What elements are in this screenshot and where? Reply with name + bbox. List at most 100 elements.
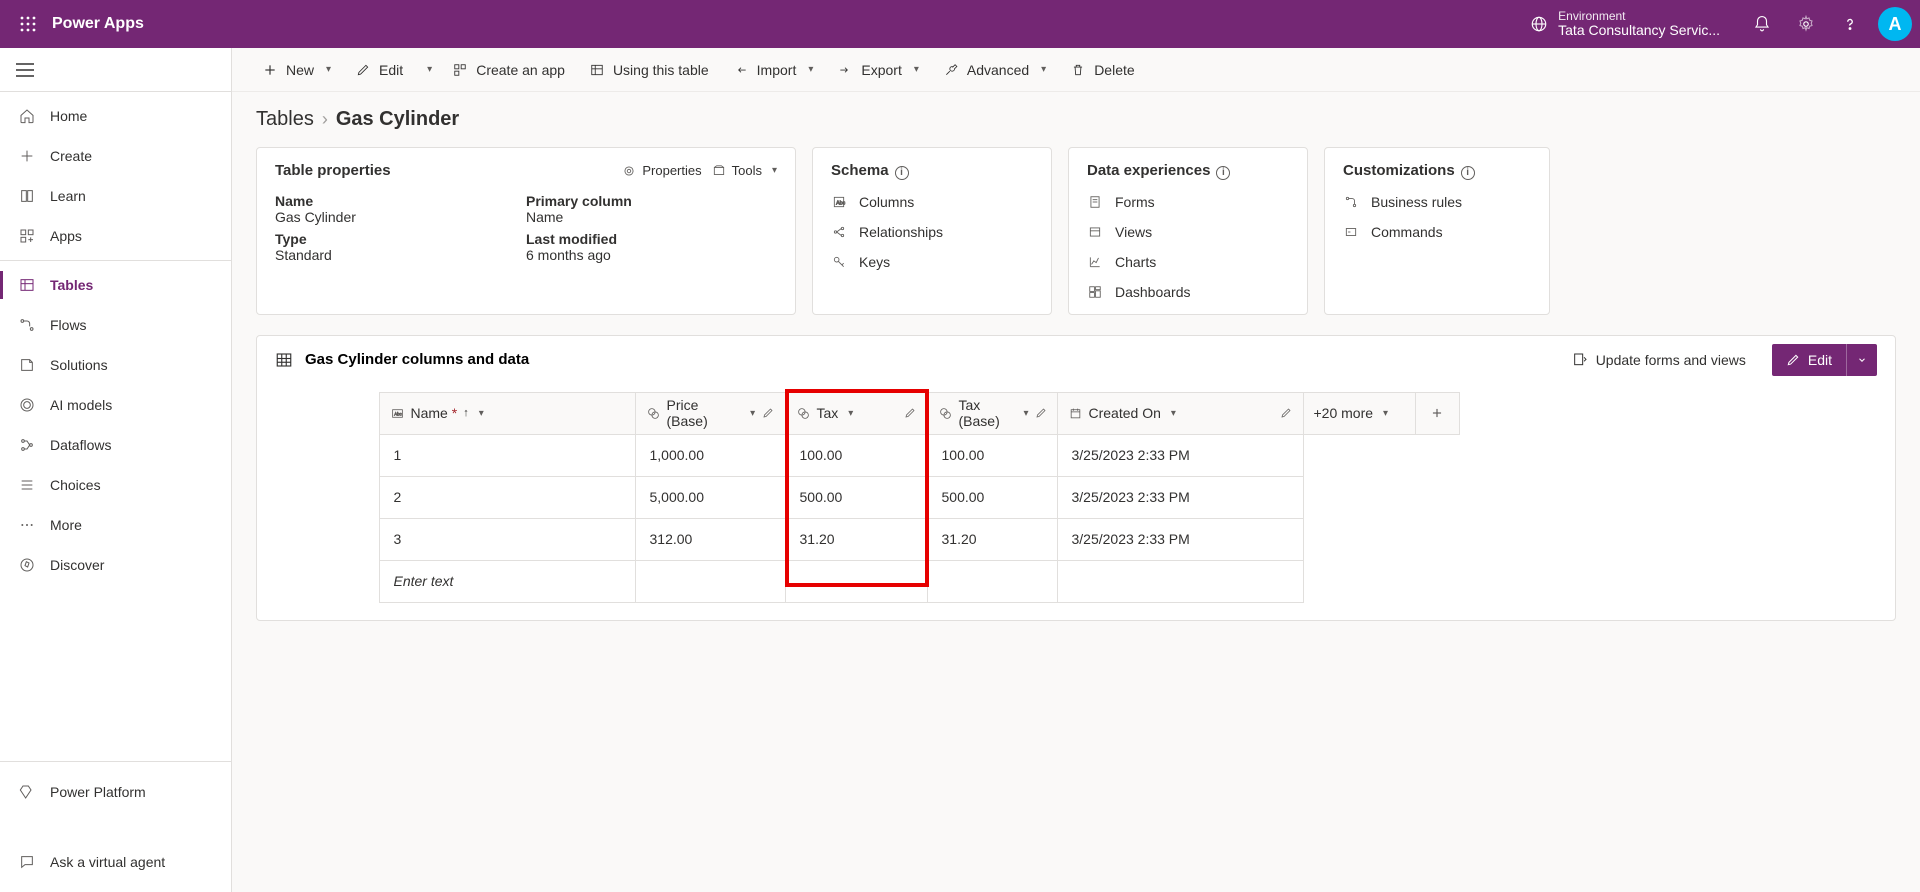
more-icon — [18, 516, 36, 534]
cell-name[interactable]: 1 — [379, 434, 635, 476]
prop-primary-value: Name — [526, 209, 777, 225]
chevron-down-icon[interactable] — [1847, 344, 1877, 376]
cell-taxbase[interactable]: 100.00 — [927, 434, 1057, 476]
cust-commands[interactable]: Commands — [1343, 224, 1531, 240]
col-header-name[interactable]: AbcName *↑▾ — [379, 392, 635, 434]
form-icon — [1572, 352, 1588, 368]
sidebar-item-ai-models[interactable]: AI models — [0, 385, 231, 425]
user-avatar[interactable]: A — [1878, 7, 1912, 41]
data-charts[interactable]: Charts — [1087, 254, 1289, 270]
data-views[interactable]: Views — [1087, 224, 1289, 240]
add-column-button[interactable] — [1415, 392, 1459, 434]
chevron-down-icon: ▾ — [479, 408, 484, 419]
cmd-create-app[interactable]: Create an app — [442, 54, 575, 86]
cmd-import[interactable]: Import▾ — [723, 54, 824, 86]
breadcrumb-parent[interactable]: Tables — [256, 108, 314, 131]
cmd-advanced[interactable]: Advanced▾ — [933, 54, 1056, 86]
sidebar-item-more[interactable]: More — [0, 505, 231, 545]
notifications-icon[interactable] — [1740, 2, 1784, 46]
tables-icon — [18, 276, 36, 294]
chevron-down-icon: ▾ — [1023, 408, 1028, 419]
prop-modified-label: Last modified — [526, 231, 777, 247]
pencil-icon — [1786, 353, 1800, 367]
sidebar-label: Discover — [50, 557, 104, 573]
schema-relationships[interactable]: Relationships — [831, 224, 1033, 240]
cell-tax[interactable]: 31.20 — [785, 518, 927, 560]
sidebar-label: Dataflows — [50, 437, 111, 453]
sidebar-item-flows[interactable]: Flows — [0, 305, 231, 345]
cell-taxbase[interactable]: 500.00 — [927, 476, 1057, 518]
sidebar-item-home[interactable]: Home — [0, 96, 231, 136]
sidebar-label: AI models — [50, 397, 112, 413]
pencil-icon — [903, 406, 917, 420]
data-dashboards[interactable]: Dashboards — [1087, 284, 1289, 300]
sidebar-item-tables[interactable]: Tables — [0, 265, 231, 305]
col-header-created[interactable]: Created On▾ — [1057, 392, 1303, 434]
sidebar-label: Tables — [50, 277, 93, 293]
help-icon[interactable] — [1828, 2, 1872, 46]
info-icon[interactable]: i — [895, 166, 909, 180]
sidebar-item-power-platform[interactable]: Power Platform — [0, 772, 231, 812]
cell-created[interactable]: 3/25/2023 2:33 PM — [1057, 476, 1303, 518]
schema-columns[interactable]: AbcColumns — [831, 194, 1033, 210]
col-header-tax[interactable]: Tax▾ — [785, 392, 927, 434]
new-row-placeholder[interactable]: Enter text — [379, 560, 635, 602]
info-icon[interactable]: i — [1216, 166, 1230, 180]
cust-business-rules[interactable]: Business rules — [1343, 194, 1531, 210]
cmd-edit[interactable]: Edit — [345, 54, 413, 86]
new-row[interactable]: Enter text — [269, 560, 1459, 602]
cell-tax[interactable]: 100.00 — [785, 434, 927, 476]
cell-taxbase[interactable]: 31.20 — [927, 518, 1057, 560]
sidebar-item-learn[interactable]: Learn — [0, 176, 231, 216]
data-forms[interactable]: Forms — [1087, 194, 1289, 210]
sidebar-item-choices[interactable]: Choices — [0, 465, 231, 505]
cell-price[interactable]: 312.00 — [635, 518, 785, 560]
info-icon[interactable]: i — [1461, 166, 1475, 180]
sidebar-label: Power Platform — [50, 784, 146, 800]
cmd-edit-dropdown[interactable]: ▾ — [417, 54, 438, 86]
cell-name[interactable]: 2 — [379, 476, 635, 518]
card-customizations: Customizationsi Business rules Commands — [1324, 147, 1550, 315]
tools-link[interactable]: Tools▾ — [712, 163, 777, 178]
table-row[interactable]: 1 1,000.00 100.00 100.00 3/25/2023 2:33 … — [269, 434, 1459, 476]
sidebar-item-solutions[interactable]: Solutions — [0, 345, 231, 385]
col-header-price[interactable]: Price (Base)▾ — [635, 392, 785, 434]
col-header-taxbase[interactable]: Tax (Base)▾ — [927, 392, 1057, 434]
cell-price[interactable]: 1,000.00 — [635, 434, 785, 476]
update-forms-views-link[interactable]: Update forms and views — [1572, 352, 1746, 368]
cmd-export[interactable]: Export▾ — [827, 54, 929, 86]
cmd-new[interactable]: New▾ — [252, 54, 341, 86]
sidebar-item-apps[interactable]: Apps — [0, 216, 231, 256]
properties-link[interactable]: Properties — [622, 163, 701, 178]
sidebar-label: Create — [50, 148, 92, 164]
edit-split-button[interactable]: Edit — [1772, 344, 1877, 376]
card-data-experiences: Data experiencesi Forms Views Charts Das… — [1068, 147, 1308, 315]
cell-created[interactable]: 3/25/2023 2:33 PM — [1057, 518, 1303, 560]
flows-icon — [18, 316, 36, 334]
sidebar-label: Solutions — [50, 357, 108, 373]
schema-keys[interactable]: Keys — [831, 254, 1033, 270]
sidebar-item-create[interactable]: Create — [0, 136, 231, 176]
sidebar-item-discover[interactable]: Discover — [0, 545, 231, 585]
plus-icon — [18, 147, 36, 165]
table-row[interactable]: 2 5,000.00 500.00 500.00 3/25/2023 2:33 … — [269, 476, 1459, 518]
cell-price[interactable]: 5,000.00 — [635, 476, 785, 518]
environment-label: Environment — [1558, 10, 1720, 23]
nav-toggle[interactable] — [0, 48, 231, 92]
table-row[interactable]: 3 312.00 31.20 31.20 3/25/2023 2:33 PM — [269, 518, 1459, 560]
environment-picker[interactable]: Environment Tata Consultancy Servic... — [1530, 10, 1720, 39]
cell-created[interactable]: 3/25/2023 2:33 PM — [1057, 434, 1303, 476]
settings-icon[interactable] — [1784, 2, 1828, 46]
cell-name[interactable]: 3 — [379, 518, 635, 560]
card-title: Table properties — [275, 162, 391, 179]
col-header-more[interactable]: +20 more▾ — [1303, 392, 1415, 434]
sidebar-label: Home — [50, 108, 87, 124]
sidebar-item-dataflows[interactable]: Dataflows — [0, 425, 231, 465]
breadcrumb: Tables › Gas Cylinder — [256, 108, 1896, 131]
cmd-delete[interactable]: Delete — [1060, 54, 1144, 86]
sidebar-item-ask-agent[interactable]: Ask a virtual agent — [0, 842, 231, 882]
cmd-using-table[interactable]: Using this table — [579, 54, 719, 86]
app-launcher-icon[interactable] — [8, 4, 48, 44]
grid-title: Gas Cylinder columns and data — [305, 351, 529, 368]
cell-tax[interactable]: 500.00 — [785, 476, 927, 518]
